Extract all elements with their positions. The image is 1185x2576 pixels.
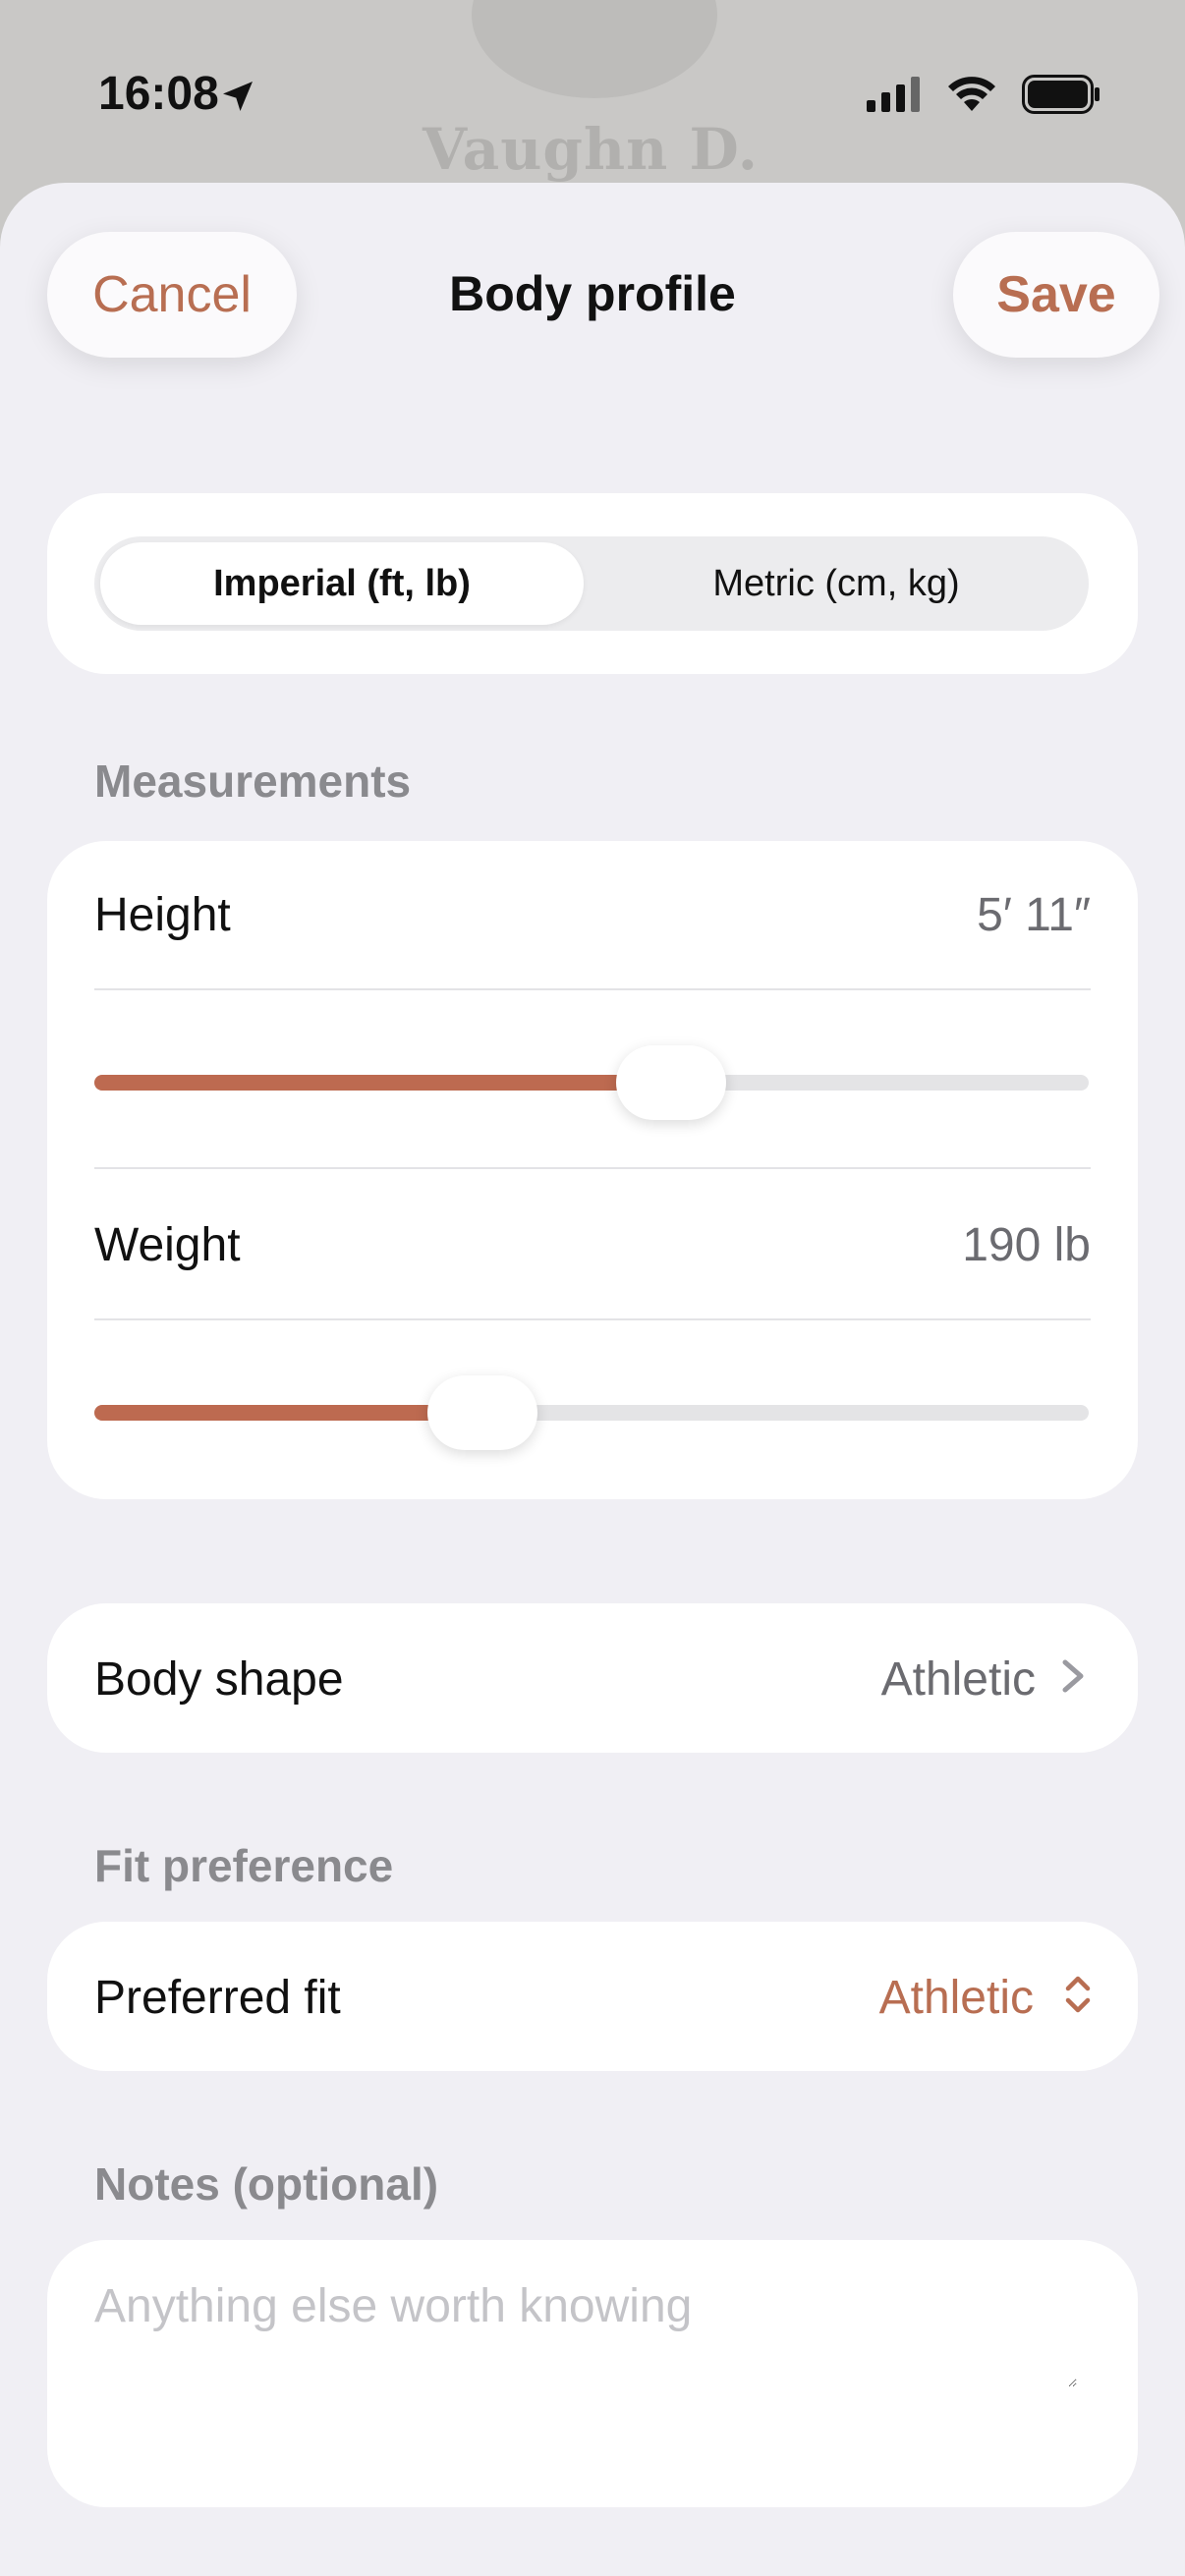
measurements-section-title: Measurements (94, 756, 412, 807)
units-card: Imperial (ft, lb) Metric (cm, kg) (47, 493, 1138, 674)
background-avatar (472, 0, 717, 98)
measurements-card: Height 5′ 11″ Weight 190 lb (47, 841, 1138, 1499)
body-shape-value: Athletic (880, 1653, 1036, 1706)
background-profile-name: Vaughn D. (423, 116, 759, 183)
units-segmented-control: Imperial (ft, lb) Metric (cm, kg) (94, 536, 1089, 631)
body-shape-row[interactable]: Body shape Athletic (47, 1603, 1138, 1753)
height-value: 5′ 11″ (977, 889, 1091, 941)
weight-slider[interactable] (94, 1375, 1089, 1450)
notes-card (47, 2240, 1138, 2507)
height-label: Height (94, 889, 231, 941)
segment-metric[interactable]: Metric (cm, kg) (590, 542, 1083, 625)
notes-section-title: Notes (optional) (94, 2158, 439, 2210)
location-arrow-icon (218, 77, 257, 121)
status-time: 16:08 (98, 68, 219, 120)
cellular-signal-icon (867, 77, 922, 117)
save-button[interactable]: Save (953, 232, 1159, 358)
weight-slider-thumb[interactable] (426, 1375, 537, 1450)
body-shape-label: Body shape (94, 1653, 344, 1706)
divider (94, 1318, 1091, 1320)
preferred-fit-label: Preferred fit (94, 1972, 341, 2024)
chevron-right-icon (1059, 1649, 1089, 1704)
weight-slider-fill (94, 1405, 482, 1421)
battery-icon (1022, 75, 1100, 119)
status-icons (223, 75, 1100, 119)
divider (94, 988, 1091, 990)
divider (94, 1167, 1091, 1169)
body-profile-sheet: Cancel Body profile Save Imperial (ft, l… (0, 183, 1185, 2576)
weight-label: Weight (94, 1219, 241, 1271)
height-slider[interactable] (94, 1045, 1089, 1120)
segment-imperial[interactable]: Imperial (ft, lb) (100, 542, 584, 625)
notes-field[interactable] (94, 2279, 1077, 2387)
preferred-fit-value[interactable]: Athletic (879, 1971, 1034, 2025)
wifi-icon (947, 76, 996, 118)
preferred-fit-row[interactable]: Preferred fit Athletic (47, 1922, 1138, 2071)
weight-value: 190 lb (962, 1219, 1091, 1271)
chevron-up-down-icon (1061, 1967, 1091, 2022)
height-slider-thumb[interactable] (615, 1045, 726, 1120)
fit-preference-section-title: Fit preference (94, 1840, 394, 1891)
height-slider-fill (94, 1075, 671, 1091)
